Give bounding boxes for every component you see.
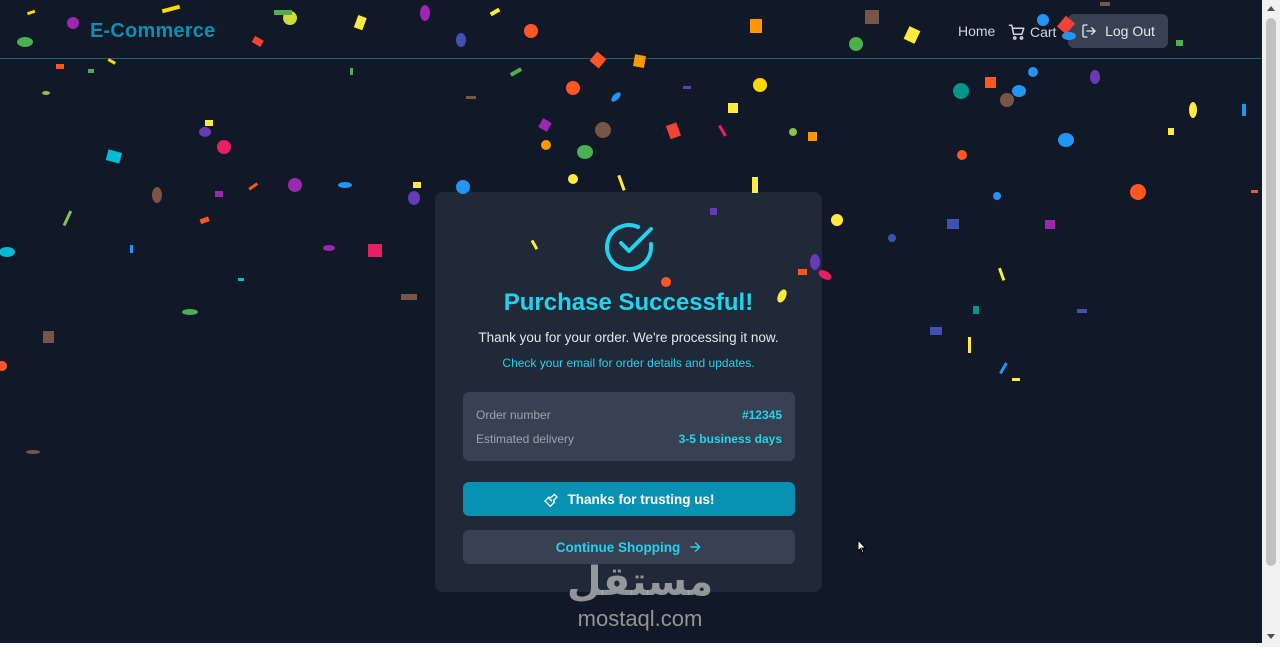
handshake-icon: [544, 493, 559, 507]
nav-home-label: Home: [958, 23, 996, 39]
success-subtitle: Thank you for your order. We're processi…: [478, 330, 779, 345]
navbar: E-Commerce Home Cart Log Out: [0, 0, 1262, 59]
check-circle-icon: [605, 223, 654, 272]
order-details: Order number #12345 Estimated delivery 3…: [463, 392, 795, 461]
order-number-label: Order number: [476, 408, 551, 422]
nav-home-link[interactable]: Home: [958, 23, 995, 39]
delivery-value: 3-5 business days: [678, 432, 782, 446]
order-number-value: #12345: [741, 408, 782, 422]
scroll-up-icon[interactable]: [1267, 6, 1275, 11]
nav-cart-label: Cart: [1030, 24, 1057, 40]
vertical-scrollbar[interactable]: [1262, 0, 1280, 647]
logout-button[interactable]: Log Out: [1068, 14, 1168, 48]
success-title: Purchase Successful!: [503, 289, 754, 316]
mouse-cursor-icon: [857, 539, 867, 554]
order-number-row: Order number #12345: [476, 408, 782, 422]
logout-icon: [1082, 24, 1096, 38]
thanks-button[interactable]: Thanks for trusting us!: [463, 482, 795, 516]
watermark-arabic: مستقل: [566, 559, 714, 605]
scroll-down-icon[interactable]: [1267, 634, 1275, 639]
scrollbar-thumb[interactable]: [1266, 18, 1276, 566]
continue-label: Continue Shopping: [555, 539, 681, 555]
arrow-right-icon: [690, 542, 701, 552]
email-note: Check your email for order details and u…: [502, 356, 755, 370]
success-card: Purchase Successful! Thank you for your …: [435, 192, 822, 592]
thanks-label: Thanks for trusting us!: [567, 491, 715, 507]
cart-icon: [1008, 24, 1025, 40]
logout-label: Log Out: [1105, 23, 1155, 39]
delivery-label: Estimated delivery: [476, 432, 575, 446]
nav-cart-link[interactable]: Cart: [1008, 23, 1056, 41]
brand-logo[interactable]: E-Commerce: [90, 20, 215, 43]
app-viewport: E-Commerce Home Cart Log Out Purchase Su…: [0, 0, 1262, 643]
watermark: مستقل mostaql.com: [540, 558, 740, 632]
delivery-row: Estimated delivery 3-5 business days: [476, 432, 782, 446]
watermark-latin: mostaql.com: [577, 606, 703, 631]
